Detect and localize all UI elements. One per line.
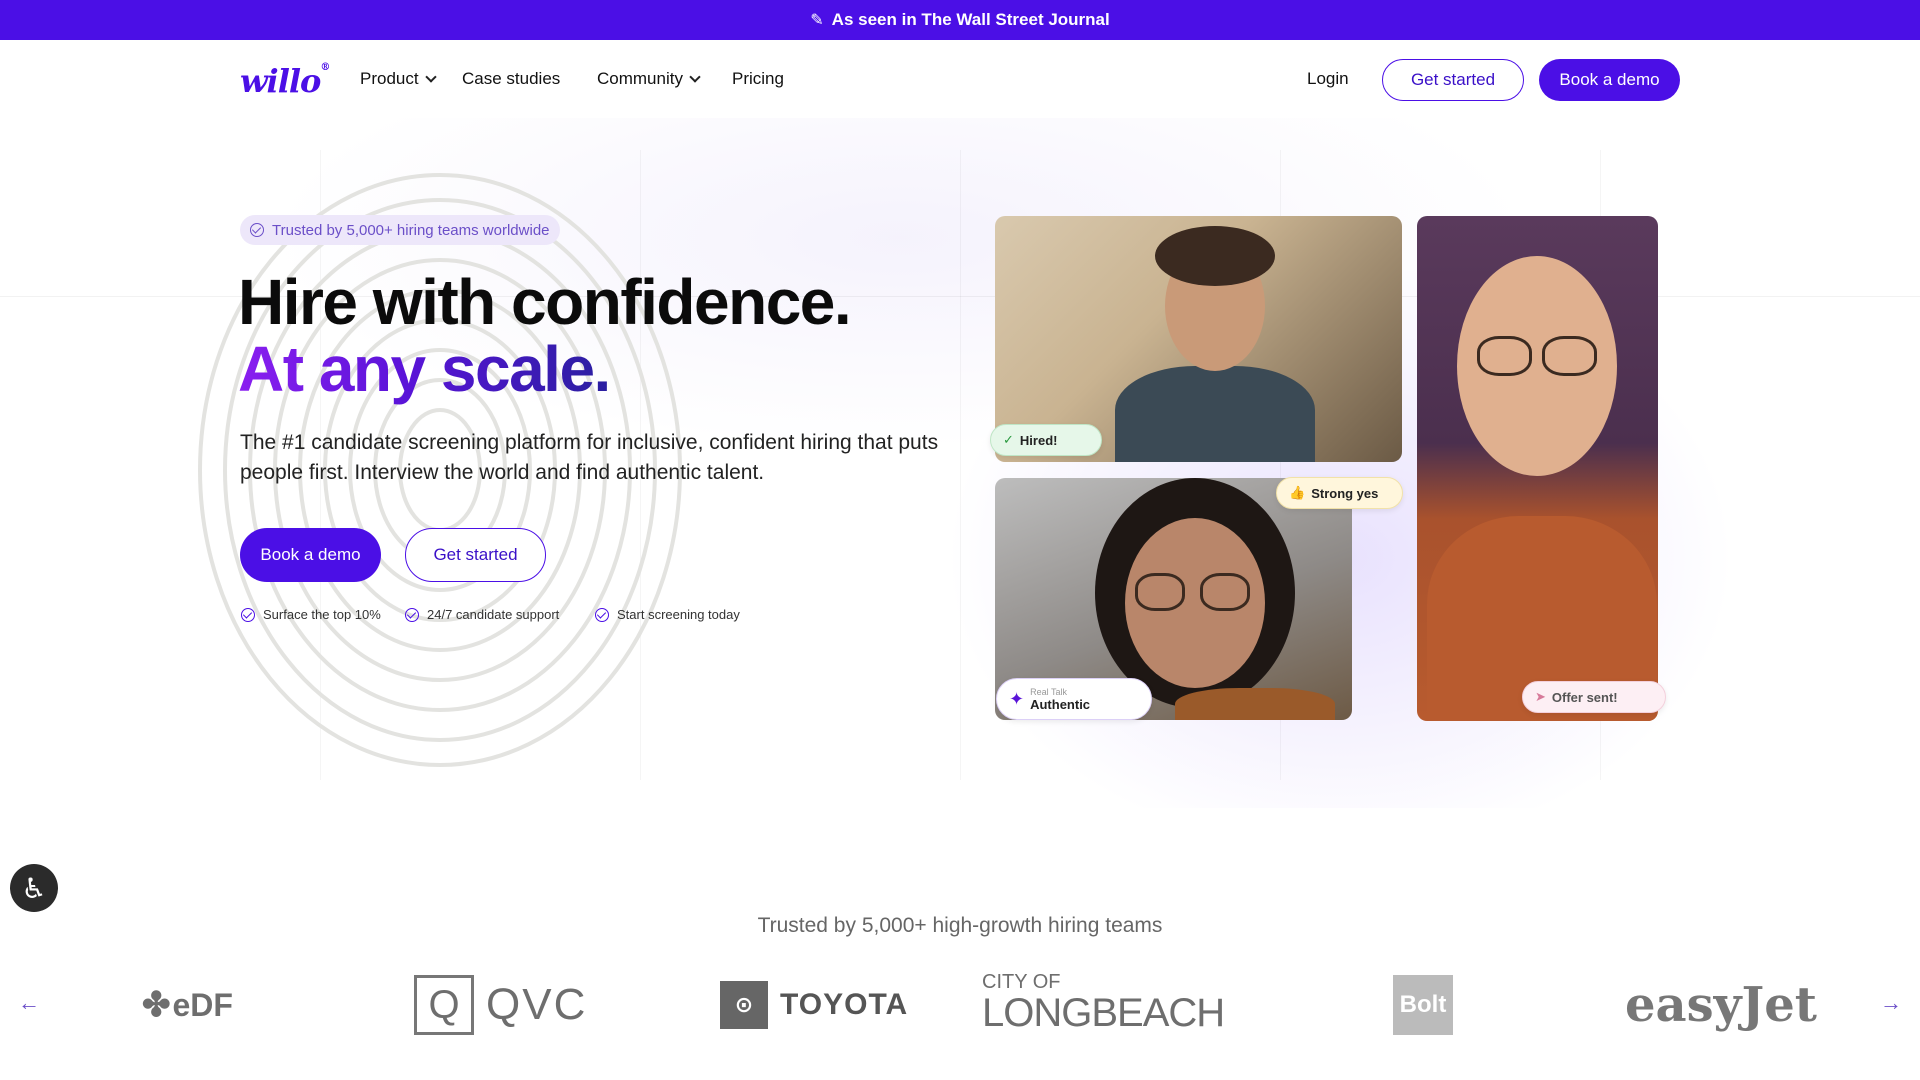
feature-item: Start screening today [595, 607, 740, 622]
hired-tag: ✓ Hired! [990, 424, 1102, 456]
logo-long-beach: CITY OF LONGBEACH [982, 971, 1225, 1035]
check-icon: ✓ [1003, 432, 1014, 447]
nav-case-studies[interactable]: Case studies [462, 69, 560, 89]
logo-bolt: Bolt [1393, 975, 1453, 1035]
willo-logo[interactable]: willo® [240, 62, 330, 100]
candidate-photo-man-smiling [1417, 216, 1658, 721]
nav-get-started-button[interactable]: Get started [1382, 59, 1524, 101]
hero-subtext: The #1 candidate screening platform for … [240, 431, 939, 484]
grid-line [960, 150, 961, 780]
logo-edf: ✤ eDF [142, 986, 233, 1024]
qvc-q-icon: Q [414, 975, 474, 1035]
nav-book-demo-button[interactable]: Book a demo [1539, 59, 1680, 101]
check-circle-icon [595, 607, 609, 622]
check-circle-icon [405, 607, 419, 622]
announcement-banner[interactable]: ✎ As seen in The Wall Street Journal [0, 0, 1920, 40]
sparkle-icon: ✦ [1009, 688, 1025, 709]
hero-get-started-button[interactable]: Get started [405, 528, 546, 582]
offer-sent-tag: ➤ Offer sent! [1522, 681, 1666, 713]
hero-book-demo-button[interactable]: Book a demo [240, 528, 381, 582]
logo-qvc: Q QVC [414, 975, 587, 1035]
nav-pricing[interactable]: Pricing [732, 69, 784, 89]
chevron-down-icon [689, 70, 701, 83]
carousel-prev-button[interactable]: ← [18, 990, 40, 1016]
strong-yes-tag: 👍 Strong yes [1276, 477, 1403, 509]
check-circle-icon [241, 607, 255, 622]
toyota-emblem-icon: ⊙ [720, 981, 768, 1029]
logo-toyota: ⊙ TOYOTA [720, 975, 908, 1035]
check-circle-icon [250, 223, 264, 237]
accessibility-button[interactable]: ♿ [10, 864, 58, 912]
feature-item: 24/7 candidate support [405, 607, 559, 622]
nav-product[interactable]: Product [360, 69, 437, 89]
nav-community[interactable]: Community [597, 69, 701, 89]
pen-icon: ✎ [810, 12, 824, 29]
top-nav: willo® Product Case studies Community Pr… [0, 40, 1920, 118]
send-icon: ➤ [1535, 689, 1546, 704]
thumbs-up-icon: 👍 [1289, 485, 1306, 500]
headline-line-1: Hire with confidence. [238, 266, 852, 338]
carousel-next-button[interactable]: → [1880, 990, 1902, 1016]
logo-easyjet: easyJet [1625, 977, 1817, 1033]
accessibility-icon: ♿ [21, 872, 47, 904]
trust-pill: Trusted by 5,000+ hiring teams worldwide [240, 215, 560, 245]
login-link[interactable]: Login [1307, 69, 1349, 89]
authentic-tag: ✦ Real Talk Authentic [996, 678, 1152, 720]
edf-flower-icon: ✤ [142, 986, 171, 1024]
trusted-title: Trusted by 5,000+ high-growth hiring tea… [757, 914, 1163, 937]
banner-text: As seen in The Wall Street Journal [831, 10, 1110, 29]
feature-item: Surface the top 10% [241, 607, 381, 622]
chevron-down-icon [424, 70, 437, 83]
headline-line-2: At any scale. [238, 333, 611, 405]
